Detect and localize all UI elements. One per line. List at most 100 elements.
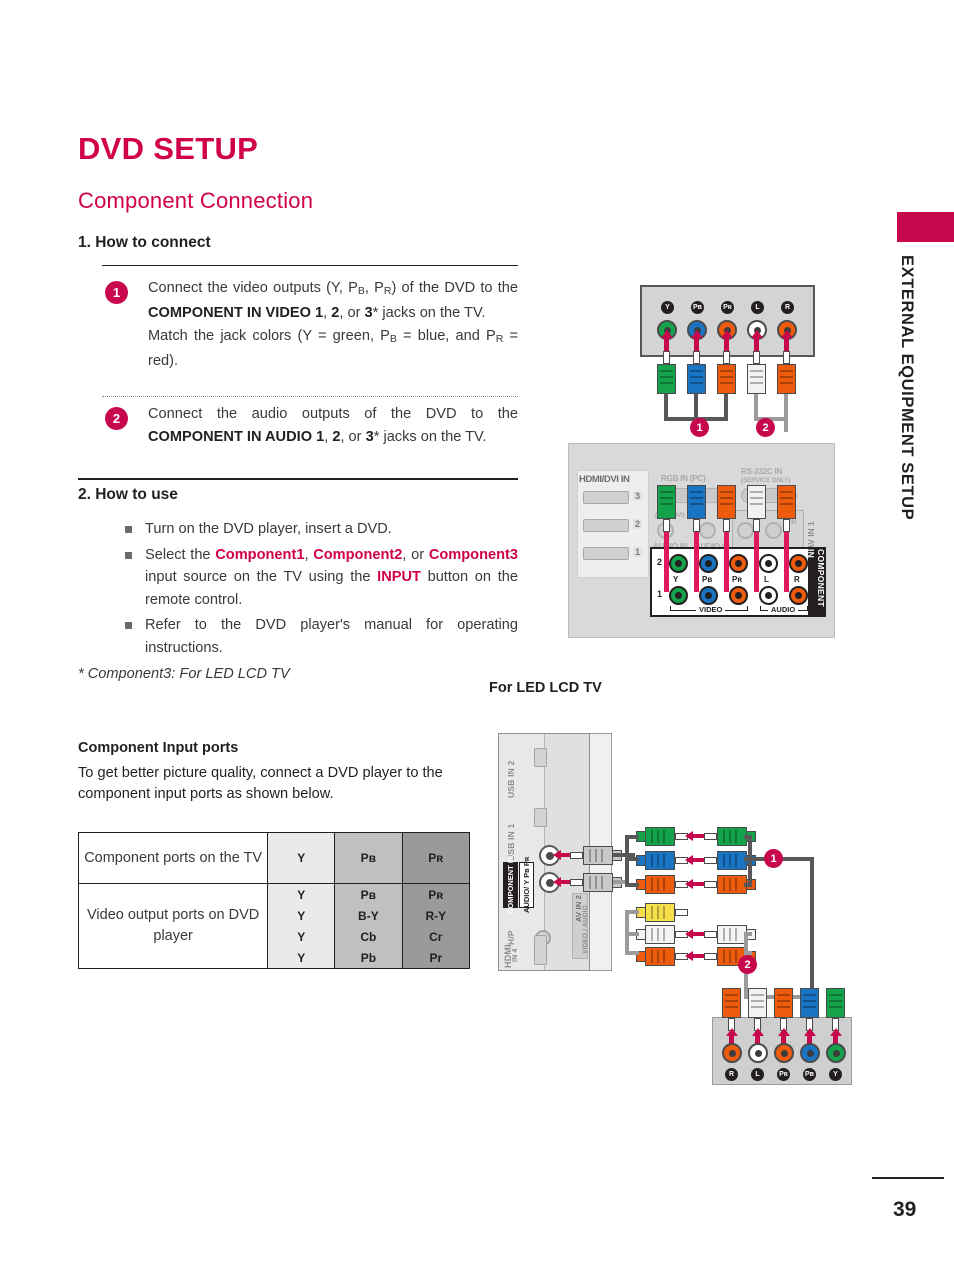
table-cell: Cb <box>360 929 377 944</box>
rca-plug-green <box>636 827 688 846</box>
step-badge-2: 2 <box>105 407 128 430</box>
usb-in-1-label: USB IN 1 <box>506 823 516 862</box>
dvd-rear-jack-pr <box>774 1043 794 1063</box>
table-cell: Y <box>297 950 306 965</box>
dvd-rear-jack-r <box>722 1043 742 1063</box>
hdmi-port-2-number: 2 <box>633 519 643 529</box>
component-in-1-l <box>759 586 778 605</box>
insert-arrow-icon <box>690 330 703 351</box>
insert-arrow-icon <box>780 330 793 351</box>
port-mapping-table: Component ports on the TV Y Pʙ Pʀ Video … <box>77 832 471 969</box>
usb-port-1 <box>534 808 547 827</box>
side-component-in-label: COMPONENT IN <box>503 856 518 914</box>
insert-arrow-icon <box>720 330 733 351</box>
insert-arrow-icon <box>553 877 570 887</box>
callout-badge-2: 2 <box>738 955 757 974</box>
hdmi-port-4 <box>534 935 547 965</box>
rca-plug-green <box>657 485 676 532</box>
connection-indicator <box>784 532 789 592</box>
rca-plug-white <box>747 351 766 394</box>
insert-arrow-icon <box>685 855 704 865</box>
rca-plug-orange <box>722 988 741 1031</box>
dvd-rear-jack-pb <box>800 1043 820 1063</box>
table-cell: Y <box>267 832 336 884</box>
component-input-ports-description: To get better picture quality, connect a… <box>78 765 443 802</box>
divider-section <box>78 478 518 480</box>
av-in-1-label: AV IN 1 <box>807 521 816 550</box>
cable-wire <box>744 835 752 839</box>
jack-label-y: Y <box>661 301 674 314</box>
tv-back-panel: HDMI/DVI IN 3 2 1 RGB IN (PC) RS-232C IN… <box>568 443 835 638</box>
audio-group-label: AUDIO <box>768 605 799 614</box>
table-cell: Pʙ <box>334 832 403 884</box>
component-label-y: Y <box>673 575 679 584</box>
divider-steps <box>102 396 518 397</box>
jack-label-l: L <box>751 301 764 314</box>
connection-indicator <box>724 532 729 592</box>
led-lcd-tv-caption: For LED LCD TV <box>489 680 602 696</box>
callout-badge-1: 1 <box>690 418 709 437</box>
hdmi-port-2 <box>583 519 629 532</box>
page-number: 39 <box>893 1198 917 1221</box>
component-in-1-pr <box>729 586 748 605</box>
step-badge-1: 1 <box>105 281 128 304</box>
cable-wire <box>625 932 639 936</box>
step-text-1: Connect the video outputs (Y, PB, PR) of… <box>148 280 518 370</box>
hdmi-port-3-number: 3 <box>633 491 643 501</box>
jack-label-pb: Pʙ <box>803 1068 816 1081</box>
table-row: Video output ports on DVD player Y Y Y Y… <box>77 883 471 969</box>
sidebar-tab-block <box>897 212 954 242</box>
rgb-in-label: RGB IN (PC) <box>661 474 706 483</box>
cable-wire <box>625 951 639 955</box>
component-in-block: COMPONENT IN 2 1 Y Pʙ Pʀ L R VIDEO AUDIO <box>650 547 826 617</box>
sidebar-tab-label: EXTERNAL EQUIPMENT SETUP <box>898 255 916 521</box>
connection-indicator <box>664 532 669 592</box>
rca-plug-orange <box>717 485 736 532</box>
insert-arrow-icon <box>685 831 704 841</box>
rca-plug-orange <box>636 947 688 966</box>
table-cell: Y <box>297 929 306 944</box>
rca-plug-orange <box>636 875 688 894</box>
table-cell: Y <box>297 887 306 902</box>
insert-arrow-icon <box>685 951 704 961</box>
list-item: Turn on the DVD player, insert a DVD. <box>125 518 518 541</box>
cable-wire <box>625 883 639 887</box>
connection-indicator <box>754 532 759 592</box>
table-cell: Pʙ <box>360 887 377 902</box>
rca-plug-orange <box>717 351 736 394</box>
dvd-rear-jack-l <box>748 1043 768 1063</box>
rca-plug-green <box>826 988 845 1031</box>
component-row-1-number: 1 <box>657 589 663 599</box>
table-cell-label: Component ports on the TV <box>77 832 269 884</box>
rca-plug-white <box>747 485 766 532</box>
cable-wire <box>810 857 814 989</box>
table-row: Component ports on the TV Y Pʙ Pʀ <box>77 832 471 884</box>
section-heading-how-to-use: 2. How to use <box>78 486 178 503</box>
table-cell-group: Y Y Y Y <box>267 883 336 969</box>
rs232-label: RS-232C IN <box>741 467 783 476</box>
cable-wire <box>625 857 639 861</box>
usb-port-2 <box>534 748 547 767</box>
callout-badge-1: 1 <box>764 849 783 868</box>
rca-plug-blue <box>687 485 706 532</box>
rca-plug-blue <box>636 851 688 870</box>
jack-label-pr: Pʀ <box>721 301 734 314</box>
component-label-l: L <box>764 575 769 584</box>
video-group-label: VIDEO <box>696 605 726 614</box>
table-cell: B-Y <box>358 908 379 923</box>
component-in-2-y <box>669 554 688 573</box>
divider-top <box>102 265 518 266</box>
rca-plug-orange <box>774 988 793 1031</box>
side-component-audio-label: AUDIO/ Y Pʙ Pʀ <box>519 857 534 913</box>
step-text-2: Connect the audio outputs of the DVD to … <box>148 406 518 445</box>
table-cell: Pʀ <box>401 832 471 884</box>
hdmi-dvi-in-label: HDMI/DVI IN <box>579 474 630 485</box>
how-to-use-list: Turn on the DVD player, insert a DVD. Se… <box>125 518 518 662</box>
component-in-1-pb <box>699 586 718 605</box>
table-cell: Pb <box>360 950 377 965</box>
component-in-2-l <box>759 554 778 573</box>
insert-arrow-icon <box>685 879 704 889</box>
table-cell: Pr <box>429 950 443 965</box>
usb-in-2-label: USB IN 2 <box>506 760 516 799</box>
insert-arrow-icon <box>750 330 763 351</box>
